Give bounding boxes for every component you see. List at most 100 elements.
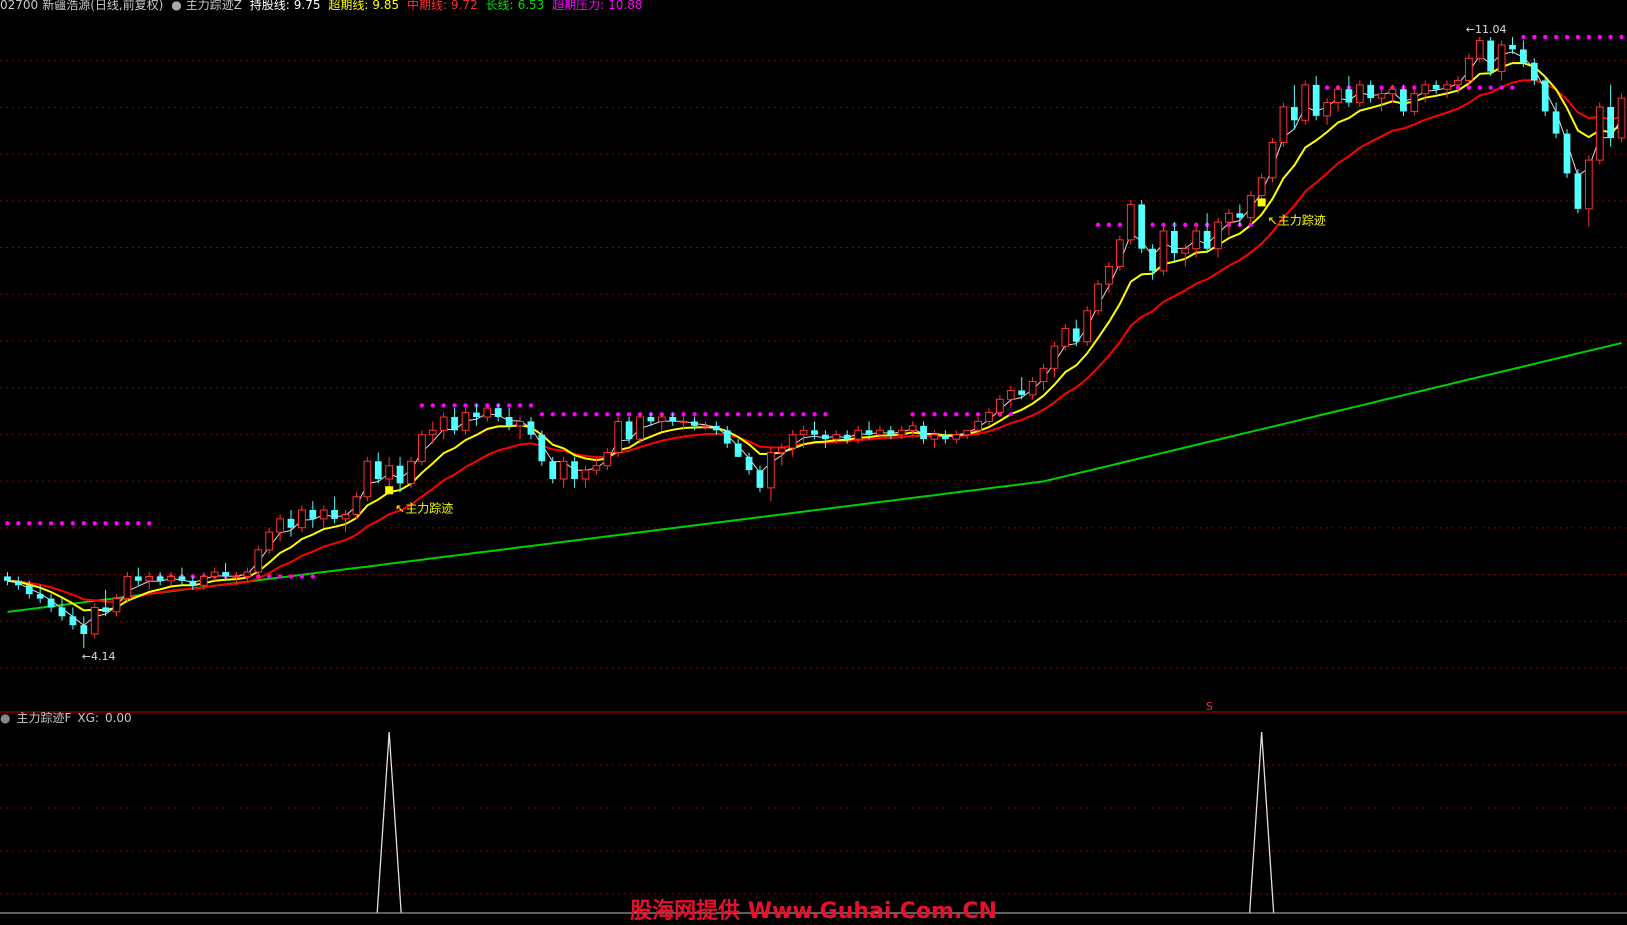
pressure-dot	[1499, 85, 1504, 90]
candle-body-down	[822, 434, 829, 440]
candle-body-down	[1487, 40, 1495, 72]
pressure-dot	[757, 412, 763, 417]
candle-body-up	[1039, 367, 1048, 383]
candle-body-up	[352, 496, 361, 515]
pressure-dot	[1532, 34, 1537, 40]
price-chart[interactable]: ←11.04 ←4.14 ↖主力踪迹 ↖主力踪迹 S	[0, 0, 1627, 919]
candle-body-up	[167, 575, 175, 582]
pressure-dot	[932, 412, 937, 417]
pressure-dot	[703, 412, 708, 417]
pressure-dot	[790, 412, 795, 417]
candle-body-down	[222, 572, 229, 577]
candle-body-down	[1203, 231, 1211, 249]
pressure-dot	[1379, 85, 1384, 90]
candle-body-down	[669, 417, 677, 422]
candle-body-up	[799, 429, 808, 436]
pressure-dot	[1412, 85, 1417, 90]
candle-body-up	[996, 398, 1004, 414]
candle-body-down	[1552, 111, 1560, 134]
candle-body-up	[952, 434, 961, 440]
pressure-dot	[550, 412, 555, 417]
pressure-dot	[1008, 412, 1014, 417]
pressure-dot	[1586, 34, 1592, 40]
signal-label: ↖主力踪迹	[395, 501, 453, 515]
candle-body-up	[1050, 345, 1059, 369]
candle-body-up	[1617, 97, 1626, 139]
pressure-dot	[528, 403, 534, 408]
candle-body-down	[178, 576, 186, 581]
pressure-dot	[517, 403, 523, 408]
candle-body-down	[494, 408, 502, 417]
candle-body-down	[1574, 173, 1582, 209]
candle-body-up	[701, 425, 710, 428]
candle-body-down	[1400, 89, 1407, 112]
candles[interactable]	[4, 37, 1626, 649]
pressure-dots	[5, 34, 1624, 579]
pressure-dot	[954, 412, 959, 417]
sub-panel-header: ● 主力踪迹F XG: 0.00	[0, 711, 138, 725]
candle-body-down	[1432, 84, 1440, 90]
pressure-dot	[823, 412, 828, 417]
candle-body-up	[1464, 57, 1473, 81]
pressure-dot	[103, 521, 108, 526]
pressure-dot	[583, 412, 588, 417]
pressure-dot	[1477, 85, 1482, 90]
candle-body-down	[25, 585, 33, 595]
candle-body-down	[549, 461, 557, 479]
candle-body-up	[298, 509, 306, 529]
pressure-dot	[768, 412, 774, 417]
candle-body-up	[636, 416, 644, 440]
candle-body-up	[210, 571, 219, 577]
candle-body-down	[1509, 45, 1516, 50]
pressure-dot	[692, 412, 697, 417]
candle-body-up	[199, 575, 208, 586]
candle-body-down	[920, 425, 927, 440]
candle-body-up	[1083, 310, 1092, 343]
signal-marker	[385, 486, 394, 495]
pressure-dot	[147, 521, 152, 526]
candle-body-up	[1006, 389, 1015, 400]
candle-body-up	[1454, 79, 1462, 86]
candle-body-up	[145, 575, 154, 582]
candle-body-down	[843, 434, 851, 440]
sub-panel-icon[interactable]: ●	[0, 711, 10, 725]
candle-body-down	[941, 434, 949, 440]
candle-body-down	[1236, 213, 1244, 218]
candle-body-down	[865, 430, 873, 435]
candle-body-up	[407, 460, 415, 484]
sub-indicator-name[interactable]: 主力踪迹F	[16, 711, 71, 725]
candle-body-down	[374, 461, 382, 479]
signal-marker	[1257, 198, 1266, 207]
candle-body-up	[985, 412, 993, 422]
candle-body-up	[930, 434, 939, 440]
candle-body-up	[418, 434, 426, 462]
pressure-dot	[288, 574, 294, 579]
candle-body-down	[505, 417, 513, 426]
candle-body-down	[1563, 133, 1571, 174]
candle-body-down	[756, 470, 764, 488]
candle-body-down	[1072, 328, 1080, 342]
candle-body-down	[331, 510, 339, 519]
pressure-dot	[70, 521, 76, 526]
candle-body-down	[1312, 84, 1320, 116]
pressure-dot	[572, 412, 577, 417]
candle-body-down	[691, 421, 698, 426]
signal-panel[interactable]	[0, 731, 1627, 914]
candle-body-up	[1279, 106, 1288, 143]
pressure-dot	[626, 412, 632, 417]
pressure-dot	[812, 412, 817, 417]
pressure-dot	[1161, 222, 1166, 227]
pressure-dot	[1543, 34, 1548, 40]
candle-body-up	[1105, 265, 1113, 285]
candle-body-down	[309, 510, 317, 519]
candle-body-up	[679, 420, 688, 423]
candle-body-up	[1094, 283, 1102, 312]
pressure-dot	[1608, 34, 1613, 40]
xg-value: 0.00	[104, 711, 132, 725]
candle-body-down	[1367, 84, 1375, 99]
signal-label: ↖主力踪迹	[1268, 213, 1326, 227]
candle-body-up	[232, 575, 241, 578]
pressure-dot	[136, 521, 141, 526]
candle-body-up	[1301, 84, 1310, 121]
candle-body-down	[1530, 62, 1538, 81]
